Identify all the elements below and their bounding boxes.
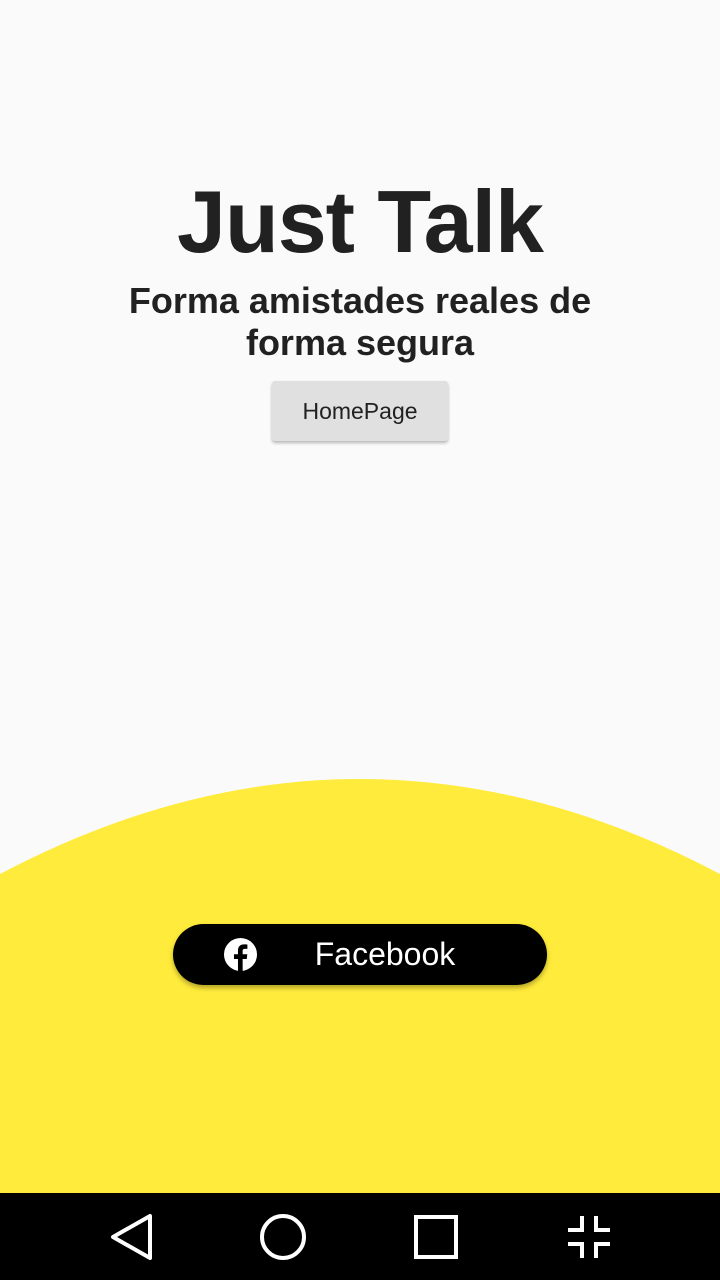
nav-recents-button[interactable] — [408, 1209, 464, 1265]
facebook-icon — [223, 937, 258, 972]
nav-back-button[interactable] — [103, 1209, 159, 1265]
back-triangle-icon — [111, 1214, 152, 1260]
nav-home-button[interactable] — [255, 1209, 311, 1265]
facebook-button-label: Facebook — [314, 936, 456, 972]
homepage-button[interactable]: HomePage — [272, 381, 448, 441]
app-title: Just Talk — [177, 172, 544, 271]
screen: Just Talk Forma amistades reales de form… — [0, 0, 720, 1280]
recents-square-icon — [414, 1215, 458, 1259]
exit-fullscreen-icon — [568, 1216, 610, 1258]
home-circle-icon — [260, 1214, 306, 1260]
nav-exit-fullscreen-button[interactable] — [561, 1209, 617, 1265]
system-navigation-bar — [0, 1193, 720, 1280]
facebook-login-button[interactable]: Facebook — [173, 924, 547, 985]
app-subtitle: Forma amistades reales de forma segura — [128, 280, 592, 363]
